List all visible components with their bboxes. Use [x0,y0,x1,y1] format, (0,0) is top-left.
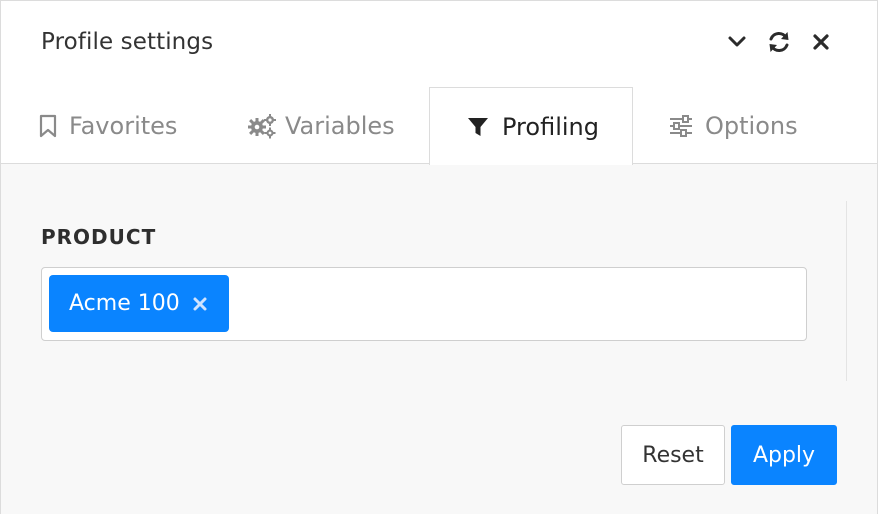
tab-options[interactable]: Options [669,87,798,164]
panel-title: Profile settings [41,29,214,55]
tab-label: Variables [285,111,395,140]
product-field-label: PRODUCT [41,225,157,249]
refresh-icon[interactable] [766,29,792,55]
gears-icon [247,113,277,139]
close-icon[interactable] [808,29,834,55]
scrollbar-track[interactable] [846,201,847,381]
tab-label: Favorites [69,111,178,140]
selected-product-chip: Acme 100 [49,275,229,332]
product-multiselect[interactable]: Acme 100 [41,267,807,341]
tab-label: Options [705,111,798,140]
filter-icon [467,116,489,138]
apply-button[interactable]: Apply [731,425,837,485]
remove-chip-icon[interactable] [189,293,211,315]
bookmark-icon [37,114,59,138]
chevron-down-icon[interactable] [724,29,750,55]
panel-header: Profile settings [1,1,877,87]
profile-settings-panel: Profile settings Favorites Variables Pro… [0,0,878,514]
tab-favorites[interactable]: Favorites [37,87,177,164]
reset-button[interactable]: Reset [621,425,725,485]
tab-label: Profiling [502,112,599,141]
tab-profiling[interactable]: Profiling [429,87,633,165]
chip-label: Acme 100 [69,291,180,316]
tab-variables[interactable]: Variables [247,87,395,164]
sliders-icon [669,114,693,137]
